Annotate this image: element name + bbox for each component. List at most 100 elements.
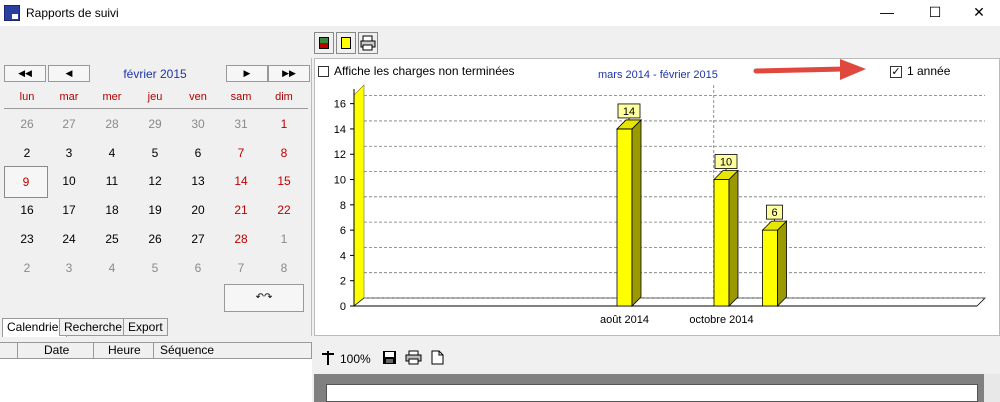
row-header-corner: [0, 343, 18, 359]
calendar-day[interactable]: 2: [6, 143, 48, 163]
calendar-day[interactable]: 23: [6, 229, 48, 249]
calendar-day[interactable]: 25: [91, 229, 133, 249]
minimize-button[interactable]: —: [864, 0, 910, 26]
calendar-day[interactable]: 4: [91, 143, 133, 163]
data-label: 6: [771, 207, 777, 219]
day-header: mar: [59, 91, 79, 103]
calendar-day[interactable]: 14: [220, 171, 262, 191]
x-tick-label: octobre 2014: [689, 314, 753, 326]
next-month-button[interactable]: ▶: [226, 65, 268, 82]
tab-recherche[interactable]: Recherche: [59, 318, 128, 336]
calendar-day[interactable]: 9: [4, 166, 48, 198]
calendar-day[interactable]: 10: [48, 171, 90, 191]
next-year-button[interactable]: ▶▶: [268, 65, 310, 82]
calendar-day[interactable]: 28: [220, 229, 262, 249]
report-printer-icon[interactable]: [405, 350, 422, 365]
report-scrollbar[interactable]: [984, 374, 1000, 402]
calendar-day[interactable]: 30: [177, 114, 219, 134]
y-tick-label: 10: [334, 175, 346, 187]
bar-side: [728, 169, 739, 307]
calendar-day[interactable]: 7: [220, 143, 262, 163]
y-tick-label: 12: [334, 149, 346, 161]
y-tick-label: 14: [334, 124, 346, 136]
calendar-day[interactable]: 27: [177, 229, 219, 249]
y-tick-label: 8: [340, 200, 346, 212]
calendar-day[interactable]: 15: [263, 171, 305, 191]
print-button[interactable]: [358, 32, 378, 54]
calendar-day[interactable]: 20: [177, 200, 219, 220]
calendar-day[interactable]: 7: [220, 258, 262, 278]
color-red-green-button[interactable]: [314, 32, 334, 54]
tab-calendrier[interactable]: Calendrier: [2, 318, 68, 337]
y-tick-label: 2: [340, 276, 346, 288]
prev-month-button[interactable]: ◀: [48, 65, 90, 82]
calendar-day[interactable]: 21: [220, 200, 262, 220]
zoom-level[interactable]: 100%: [340, 352, 371, 366]
calendar-day[interactable]: 27: [48, 114, 90, 134]
red-green-swatch-icon: [319, 37, 329, 49]
calendar-day[interactable]: 8: [263, 143, 305, 163]
day-header: mer: [102, 91, 122, 103]
y-tick-label: 6: [340, 225, 346, 237]
calendar-day[interactable]: 3: [48, 143, 90, 163]
calendar-day[interactable]: 4: [91, 258, 133, 278]
calendar-day[interactable]: 13: [177, 171, 219, 191]
tab-export[interactable]: Export: [123, 318, 168, 336]
column-sequence[interactable]: Séquence: [154, 343, 312, 359]
zoom-icon[interactable]: [320, 350, 336, 366]
data-label: 14: [623, 106, 635, 118]
y-tick-label: 0: [340, 301, 346, 313]
calendar-day[interactable]: 6: [177, 143, 219, 163]
calendar-day[interactable]: 5: [134, 143, 176, 163]
calendar-day[interactable]: 29: [134, 114, 176, 134]
calendar-day[interactable]: 24: [48, 229, 90, 249]
calendar-day[interactable]: 5: [134, 258, 176, 278]
calendar-day[interactable]: 31: [220, 114, 262, 134]
calendar-day[interactable]: 28: [91, 114, 133, 134]
y-tick-label: 4: [340, 250, 346, 262]
month-label: février 2015: [123, 67, 187, 81]
calendar-day[interactable]: 11: [91, 171, 133, 191]
bar-side: [777, 220, 787, 307]
bar: [762, 229, 778, 307]
calendar-day[interactable]: 8: [263, 258, 305, 278]
bar-side: [631, 118, 642, 307]
calendar-day[interactable]: 22: [263, 200, 305, 220]
close-button[interactable]: ✕: [956, 0, 1000, 26]
calendar-day[interactable]: 18: [91, 200, 133, 220]
title-bar: [0, 0, 1000, 26]
bar: [713, 179, 730, 307]
day-header: ven: [189, 91, 207, 103]
page-icon[interactable]: [431, 350, 444, 365]
calendar-day[interactable]: 2: [6, 258, 48, 278]
report-page: [326, 384, 978, 402]
app-icon: [4, 5, 20, 21]
prev-year-button[interactable]: ◀◀: [4, 65, 46, 82]
chart-floor: [352, 297, 986, 307]
printer-icon: [360, 35, 376, 51]
y-tick-label: 16: [334, 99, 346, 111]
day-header: jeu: [147, 91, 163, 103]
yellow-swatch-icon: [341, 37, 351, 49]
maximize-button[interactable]: ☐: [912, 0, 958, 26]
calendar-day[interactable]: 16: [6, 200, 48, 220]
calendar-day[interactable]: 26: [134, 229, 176, 249]
calendar-day[interactable]: 3: [48, 258, 90, 278]
calendar-day[interactable]: 1: [263, 229, 305, 249]
calendar-divider: [4, 108, 308, 109]
calendar-day[interactable]: 1: [263, 114, 305, 134]
today-button[interactable]: ↶↷: [224, 284, 304, 312]
x-tick-label: août 2014: [600, 314, 649, 326]
day-header: dim: [275, 91, 293, 103]
color-yellow-button[interactable]: [336, 32, 356, 54]
column-heure[interactable]: Heure: [94, 343, 154, 359]
column-date[interactable]: Date: [18, 343, 94, 359]
bar: [616, 128, 633, 307]
calendar-day[interactable]: 19: [134, 200, 176, 220]
calendar-day[interactable]: 17: [48, 200, 90, 220]
calendar-day[interactable]: 12: [134, 171, 176, 191]
calendar-day[interactable]: 6: [177, 258, 219, 278]
toolbar: [0, 30, 1000, 58]
save-icon[interactable]: [382, 350, 397, 365]
calendar-day[interactable]: 26: [6, 114, 48, 134]
